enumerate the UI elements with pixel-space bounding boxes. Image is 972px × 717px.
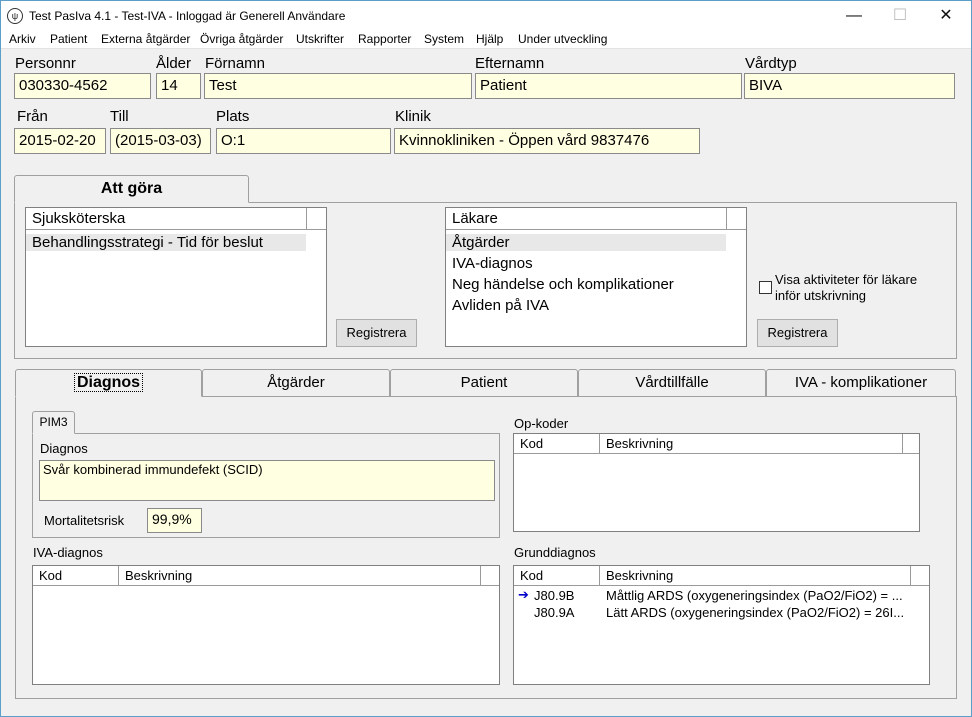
close-button[interactable]: ✕ bbox=[923, 1, 969, 31]
current-row-arrow-icon: ➔ bbox=[518, 587, 529, 602]
opkoder-col-beskrivning: Beskrivning bbox=[600, 434, 903, 454]
efternamn-field[interactable]: Patient bbox=[475, 73, 742, 99]
nurse-list[interactable]: Sjuksköterska Behandlingsstrategi - Tid … bbox=[25, 207, 327, 347]
fran-label: Från bbox=[17, 108, 48, 125]
fornamn-label: Förnamn bbox=[205, 55, 266, 72]
vardtyp-field[interactable]: BIVA bbox=[744, 73, 955, 99]
doctor-register-button[interactable]: Registrera bbox=[757, 319, 838, 347]
plats-field[interactable]: O:1 bbox=[216, 128, 391, 154]
tab-iva-komplikationer[interactable]: IVA - komplikationer bbox=[766, 369, 956, 396]
list-item[interactable]: Behandlingsstrategi - Tid för beslut bbox=[26, 234, 306, 251]
plats-label: Plats bbox=[216, 108, 250, 125]
till-label: Till bbox=[110, 108, 129, 125]
diagnos-label: Diagnos bbox=[40, 441, 88, 456]
doctor-list-header: Läkare bbox=[446, 208, 727, 230]
tab-pim3[interactable]: PIM3 bbox=[32, 411, 75, 434]
menu-ovriga-atgarder[interactable]: Övriga åtgärder bbox=[200, 32, 283, 46]
tab-vardtillfalle[interactable]: Vårdtillfälle bbox=[578, 369, 766, 396]
alder-field[interactable]: 14 bbox=[156, 73, 201, 99]
efternamn-label: Efternamn bbox=[475, 55, 545, 72]
title-bar: ψ Test PasIva 4.1 - Test-IVA - Inloggad … bbox=[1, 1, 971, 31]
checkbox-label-line2: inför utskrivning bbox=[775, 288, 867, 303]
vardtyp-label: Vårdtyp bbox=[745, 55, 797, 72]
menu-arkiv[interactable]: Arkiv bbox=[9, 32, 36, 46]
ivadiagnos-label: IVA-diagnos bbox=[33, 545, 103, 560]
menu-hjalp[interactable]: Hjälp bbox=[476, 32, 503, 46]
list-item[interactable]: Avliden på IVA bbox=[452, 297, 549, 314]
diagnos-field[interactable]: Svår kombinerad immundefekt (SCID) bbox=[39, 460, 495, 501]
mortalitetsrisk-field[interactable]: 99,9% bbox=[147, 508, 202, 533]
tab-atgarder[interactable]: Åtgärder bbox=[202, 369, 390, 396]
app-logo-icon: ψ bbox=[7, 8, 23, 24]
ivadiagnos-col-kod: Kod bbox=[33, 566, 119, 586]
grunddiagnos-list[interactable]: Kod Beskrivning ➔ J80.9B Måttlig ARDS (o… bbox=[513, 565, 930, 685]
grunddiagnos-row-kod[interactable]: J80.9A bbox=[534, 605, 574, 620]
show-activities-checkbox[interactable] bbox=[759, 281, 772, 294]
menu-rapporter[interactable]: Rapporter bbox=[358, 32, 411, 46]
list-item[interactable]: IVA-diagnos bbox=[452, 255, 533, 272]
opkoder-col-kod: Kod bbox=[514, 434, 600, 454]
nurse-register-button[interactable]: Registrera bbox=[336, 319, 417, 347]
menu-utskrifter[interactable]: Utskrifter bbox=[296, 32, 344, 46]
list-item[interactable]: Neg händelse och komplikationer bbox=[452, 276, 674, 293]
minimize-button[interactable]: — bbox=[831, 1, 877, 31]
till-field[interactable]: (2015-03-03) bbox=[110, 128, 211, 154]
tab-diagnos-label: Diagnos bbox=[73, 373, 144, 392]
grunddiagnos-row-beskrivning[interactable]: Måttlig ARDS (oxygeneringsindex (PaO2/Fi… bbox=[606, 588, 903, 603]
window-title: Test PasIva 4.1 - Test-IVA - Inloggad är… bbox=[29, 9, 346, 23]
opkoder-label: Op-koder bbox=[514, 416, 569, 431]
alder-label: Ålder bbox=[156, 55, 192, 72]
menu-bar: Arkiv Patient Externa åtgärder Övriga åt… bbox=[1, 31, 971, 49]
menu-under-utveckling[interactable]: Under utveckling bbox=[518, 32, 607, 46]
grunddiagnos-col-beskrivning: Beskrivning bbox=[600, 566, 911, 586]
klinik-label: Klinik bbox=[395, 108, 431, 125]
mortalitetsrisk-label: Mortalitetsrisk bbox=[44, 513, 125, 528]
opkoder-list[interactable]: Kod Beskrivning bbox=[513, 433, 920, 532]
tab-att-gora[interactable]: Att göra bbox=[14, 175, 249, 203]
personnr-field[interactable]: 030330-4562 bbox=[14, 73, 151, 99]
menu-externa-atgarder[interactable]: Externa åtgärder bbox=[101, 32, 190, 46]
menu-patient[interactable]: Patient bbox=[50, 32, 87, 46]
tab-diagnos[interactable]: Diagnos bbox=[15, 369, 202, 397]
grunddiagnos-label: Grunddiagnos bbox=[514, 545, 596, 560]
personnr-label: Personnr bbox=[15, 55, 76, 72]
fran-field[interactable]: 2015-02-20 bbox=[14, 128, 106, 154]
maximize-button[interactable]: ☐ bbox=[877, 1, 923, 31]
klinik-field[interactable]: Kvinnokliniken - Öppen vård 9837476 bbox=[394, 128, 700, 154]
main-window: ψ Test PasIva 4.1 - Test-IVA - Inloggad … bbox=[0, 0, 972, 717]
grunddiagnos-row-beskrivning[interactable]: Lätt ARDS (oxygeneringsindex (PaO2/FiO2)… bbox=[606, 605, 904, 620]
ivadiagnos-col-beskrivning: Beskrivning bbox=[119, 566, 481, 586]
ivadiagnos-list[interactable]: Kod Beskrivning bbox=[32, 565, 500, 685]
grunddiagnos-col-kod: Kod bbox=[514, 566, 600, 586]
doctor-list[interactable]: Läkare Åtgärder IVA-diagnos Neg händelse… bbox=[445, 207, 747, 347]
grunddiagnos-row-kod[interactable]: J80.9B bbox=[534, 588, 574, 603]
checkbox-label-line1: Visa aktiviteter för läkare bbox=[775, 272, 918, 287]
menu-system[interactable]: System bbox=[424, 32, 464, 46]
list-item[interactable]: Åtgärder bbox=[446, 234, 726, 251]
nurse-list-header: Sjuksköterska bbox=[26, 208, 307, 230]
tab-patient[interactable]: Patient bbox=[390, 369, 578, 396]
fornamn-field[interactable]: Test bbox=[204, 73, 472, 99]
